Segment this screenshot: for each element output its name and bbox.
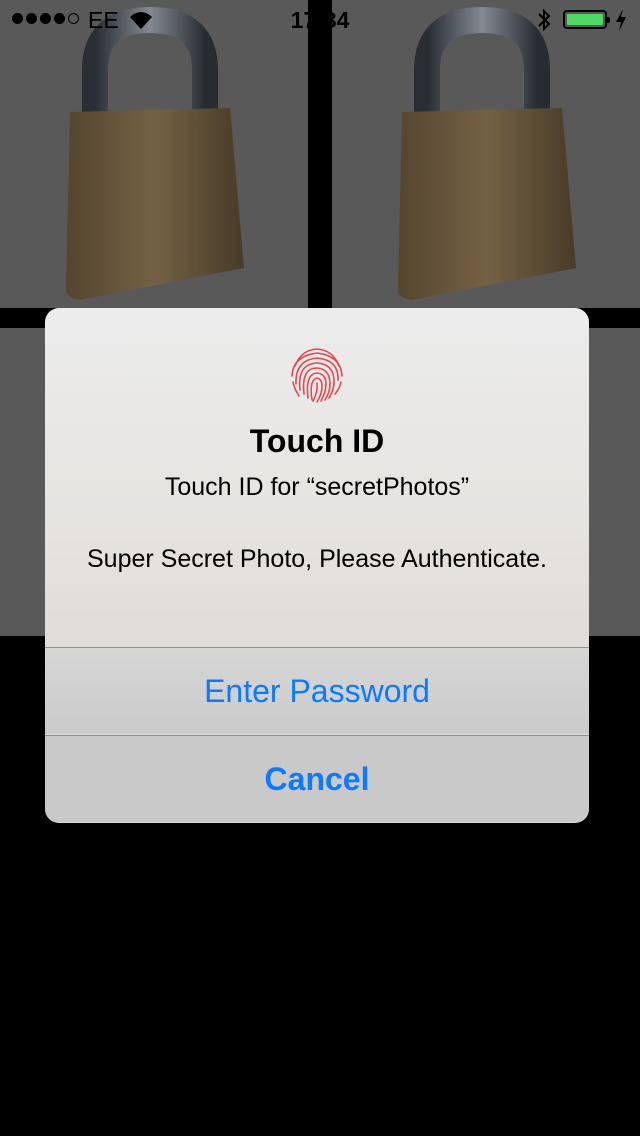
alert-body: Touch ID Touch ID for “secretPhotos” Sup… xyxy=(45,308,589,647)
battery-icon xyxy=(563,10,610,29)
bluetooth-icon xyxy=(538,8,551,32)
cancel-button[interactable]: Cancel xyxy=(45,735,589,822)
alert-subtitle: Touch ID for “secretPhotos” xyxy=(164,473,470,501)
alert-title: Touch ID xyxy=(249,423,385,459)
charging-icon xyxy=(616,9,626,31)
fingerprint-icon xyxy=(291,348,343,403)
screen: EE 17:34 Touch ID Touch ID for “secretPh… xyxy=(0,0,640,1136)
status-bar: EE 17:34 xyxy=(0,0,640,40)
touch-id-alert: Touch ID Touch ID for “secretPhotos” Sup… xyxy=(45,308,589,823)
enter-password-button[interactable]: Enter Password xyxy=(45,647,589,734)
alert-message: Super Secret Photo, Please Authenticate. xyxy=(86,545,548,573)
